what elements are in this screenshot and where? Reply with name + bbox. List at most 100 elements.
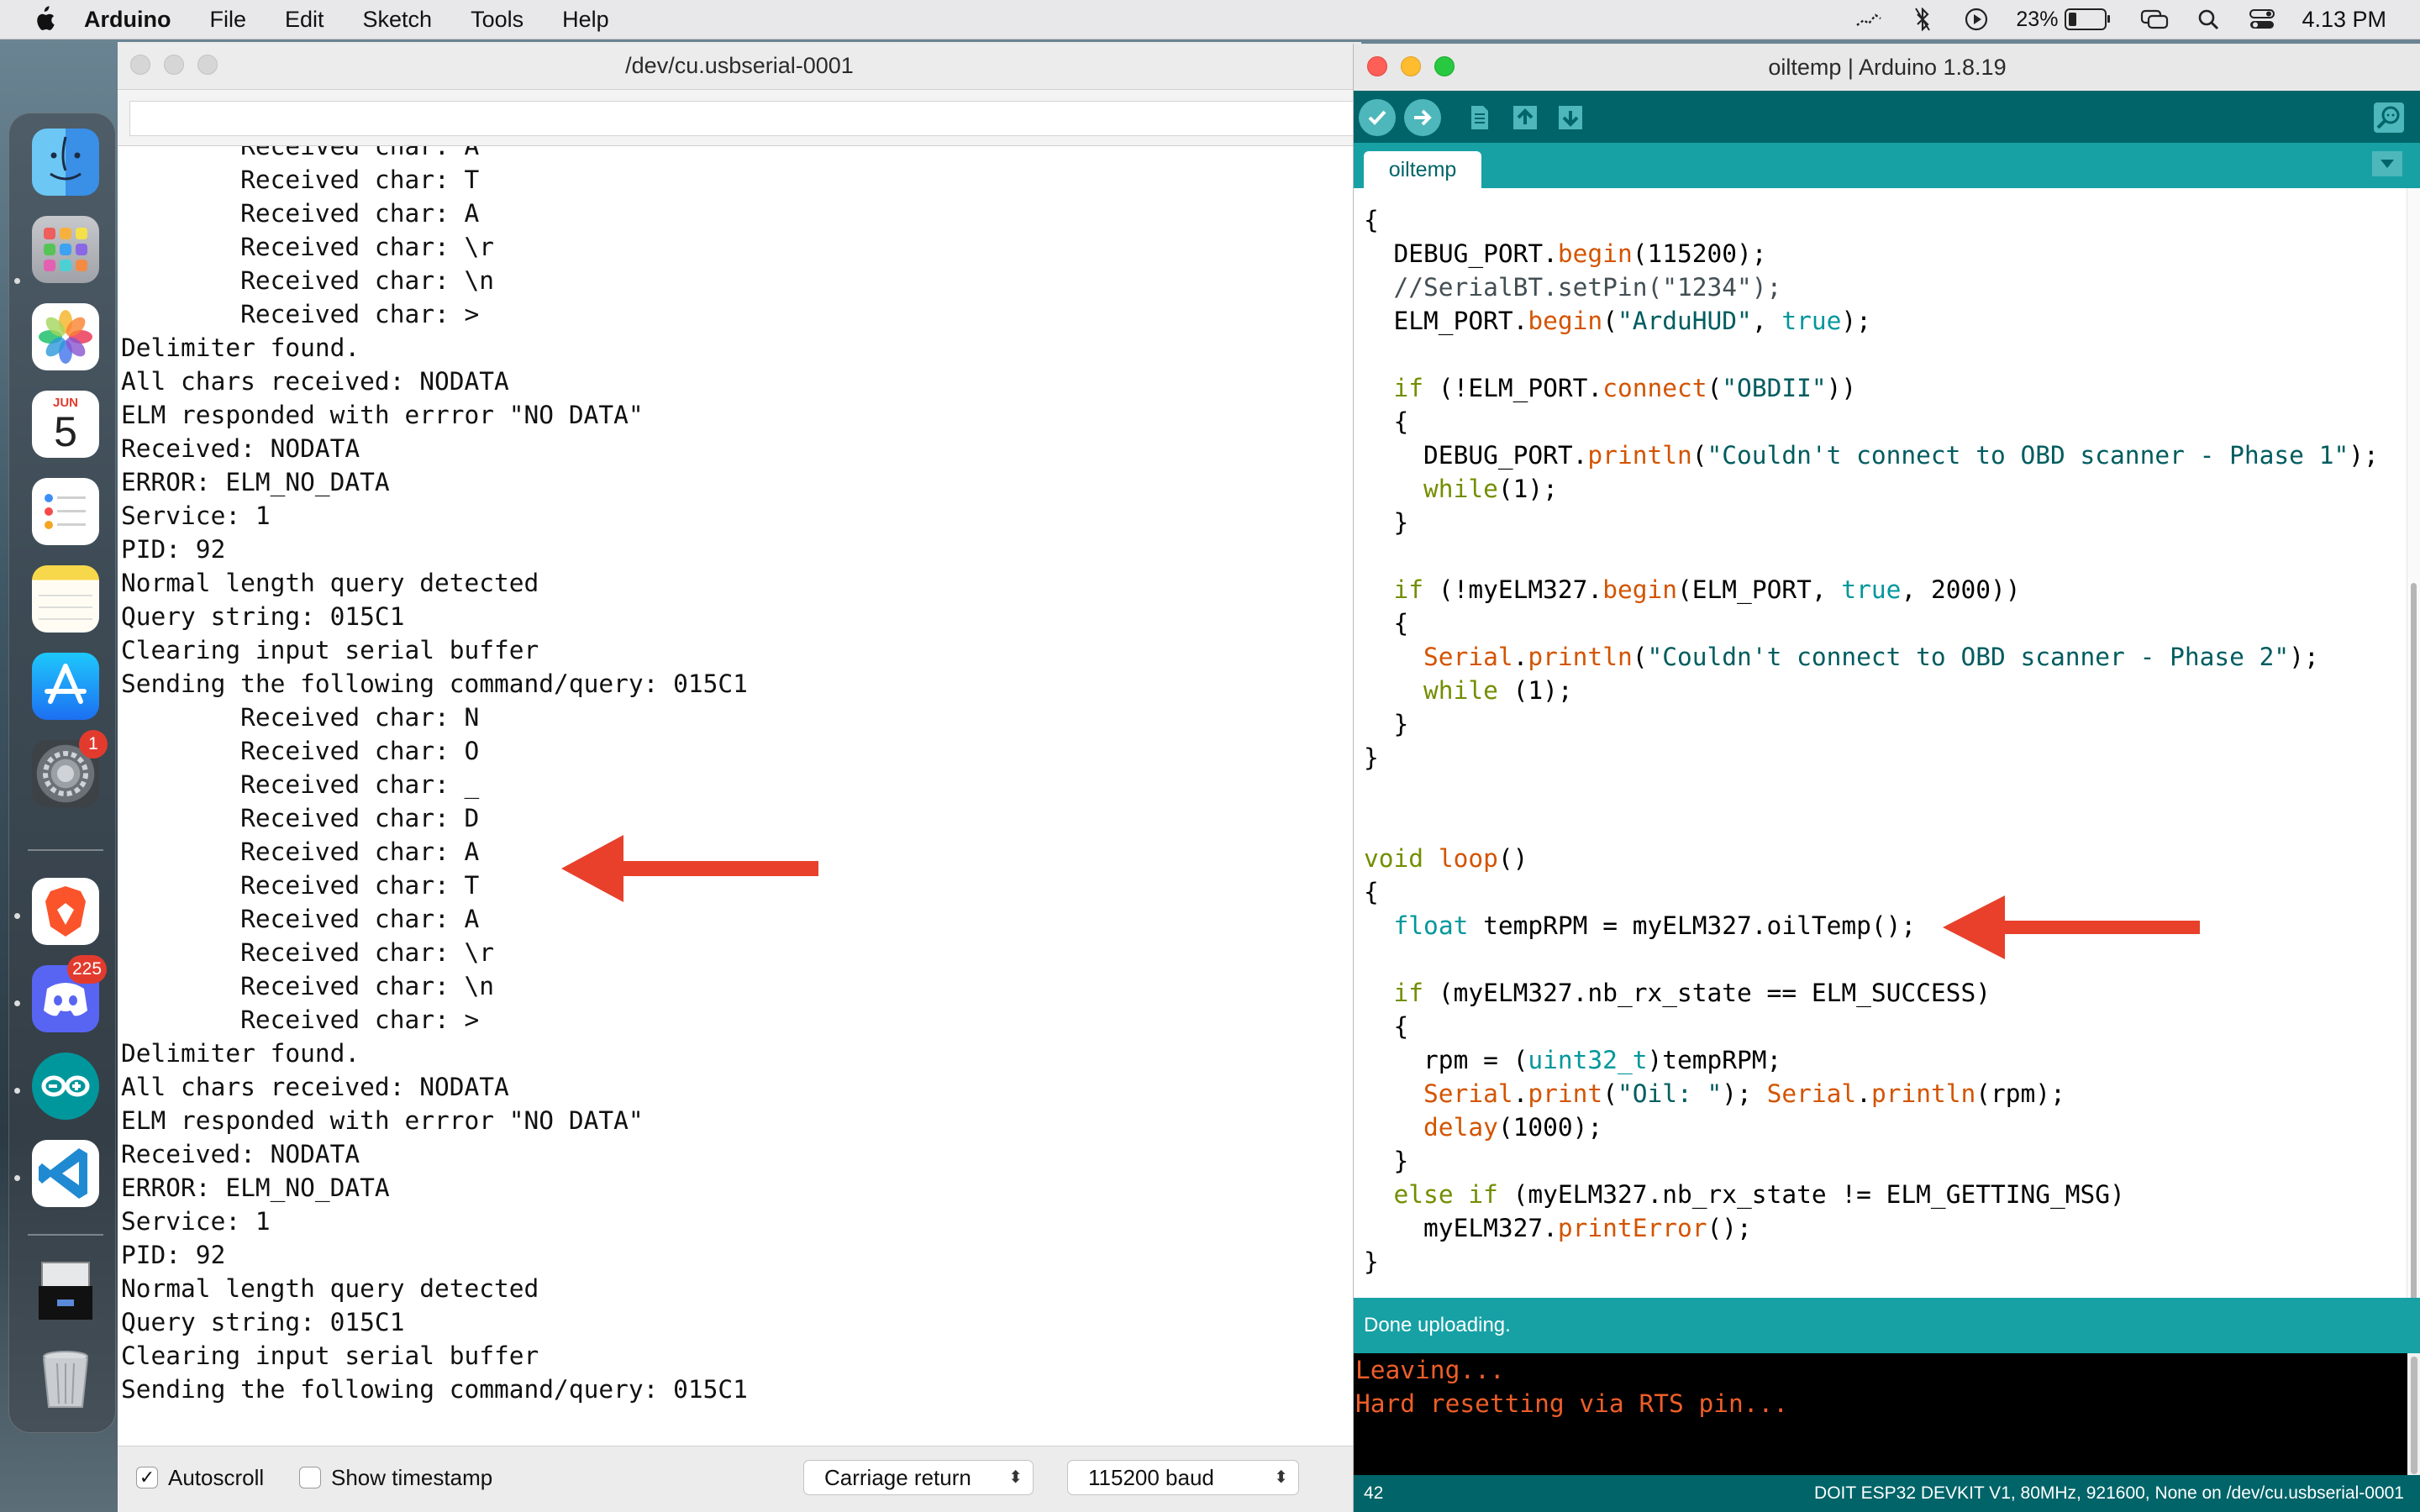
new-sketch-button[interactable]: [1463, 101, 1497, 134]
menu-help[interactable]: Help: [562, 7, 609, 33]
spotlight-search-icon[interactable]: [2194, 7, 2223, 32]
serial-output-line: PID: 92: [121, 535, 226, 564]
code-token: ();: [1707, 1214, 1752, 1242]
menu-edit[interactable]: Edit: [285, 7, 324, 33]
chevron-down-icon: [2381, 160, 2394, 168]
serial-monitor-titlebar[interactable]: /dev/cu.usbserial-0001: [118, 42, 1361, 90]
now-playing-icon[interactable]: [1962, 7, 1991, 32]
minimize-button[interactable]: [164, 55, 184, 75]
ide-titlebar[interactable]: oiltemp | Arduino 1.8.19: [1354, 44, 2420, 92]
code-token: ,: [1751, 307, 1782, 335]
activity-icon[interactable]: [1854, 7, 1883, 32]
control-center-icon[interactable]: [2248, 7, 2276, 32]
notes-icon[interactable]: [32, 565, 99, 633]
launchpad-icon[interactable]: [32, 216, 99, 283]
finder-icon[interactable]: [32, 129, 99, 196]
app-store-icon[interactable]: [32, 653, 99, 720]
apple-menu-icon[interactable]: [32, 6, 55, 33]
code-token: myELM327.: [1364, 1214, 1558, 1242]
code-editor[interactable]: { DEBUG_PORT.begin(115200); //SerialBT.s…: [1354, 188, 2407, 1331]
save-sketch-button[interactable]: [1554, 101, 1587, 134]
zoom-button[interactable]: [1434, 56, 1455, 76]
serial-output-line: Received char: N: [121, 703, 480, 732]
code-token: }: [1364, 743, 1379, 772]
code-token: }: [1364, 710, 1409, 738]
serial-send-input[interactable]: [129, 101, 1361, 136]
serial-monitor-button[interactable]: [2370, 99, 2407, 136]
code-token: rpm = (: [1364, 1046, 1528, 1074]
serial-output-line: All chars received: NODATA: [121, 367, 509, 396]
screen-mirroring-icon[interactable]: [2140, 7, 2169, 32]
autoscroll-checkbox[interactable]: ✓: [136, 1467, 158, 1488]
code-token: );: [2349, 441, 2379, 470]
code-token: loop: [1438, 844, 1498, 873]
system-preferences-icon[interactable]: 1: [32, 730, 108, 807]
scrollbar-thumb[interactable]: [2411, 1357, 2417, 1474]
photos-icon[interactable]: [32, 303, 99, 370]
serial-output-line: Received char: \n: [121, 266, 495, 295]
brave-icon[interactable]: [32, 878, 99, 945]
menu-tools[interactable]: Tools: [471, 7, 523, 33]
show-timestamp-checkbox[interactable]: [299, 1467, 321, 1488]
app-menu-arduino[interactable]: Arduino: [84, 7, 171, 33]
code-line: if (myELM327.nb_rx_state == ELM_SUCCESS): [1364, 976, 1991, 1010]
code-line: Serial.print("Oil: "); Serial.println(rp…: [1364, 1077, 2065, 1110]
tab-oiltemp[interactable]: oiltemp: [1364, 151, 1481, 188]
code-token: true: [1781, 307, 1842, 335]
serial-output-line: Normal length query detected: [121, 1274, 539, 1303]
calendar-icon[interactable]: JUN 5: [32, 391, 99, 458]
code-token: println: [1587, 441, 1692, 470]
code-token: "OBDII": [1722, 374, 1827, 402]
minimize-button[interactable]: [1401, 56, 1421, 76]
code-line: }: [1364, 741, 1379, 774]
code-token: while: [1423, 676, 1498, 705]
menu-file[interactable]: File: [209, 7, 246, 33]
discord-icon[interactable]: 225: [32, 955, 108, 1032]
line-ending-select[interactable]: Carriage return ⬍: [803, 1460, 1034, 1495]
upload-button[interactable]: [1404, 99, 1441, 136]
code-token: (115200);: [1632, 239, 1767, 268]
code-token: {: [1364, 407, 1409, 436]
code-token: (1);: [1497, 676, 1573, 705]
code-token: (: [1707, 374, 1723, 402]
code-token: println: [1870, 1079, 1976, 1108]
menu-sketch[interactable]: Sketch: [363, 7, 433, 33]
code-line: float tempRPM = myELM327.oilTemp();: [1364, 909, 1917, 942]
tab-menu-button[interactable]: [2372, 151, 2402, 176]
vscode-icon[interactable]: [32, 1140, 99, 1207]
scrollbar-thumb[interactable]: [2411, 583, 2417, 1322]
close-button[interactable]: [1367, 56, 1387, 76]
arduino-icon[interactable]: [32, 1053, 99, 1120]
code-token: (: [1691, 441, 1707, 470]
reminders-icon[interactable]: [32, 478, 99, 545]
chevron-up-down-icon: ⬍: [1274, 1468, 1288, 1487]
code-token: begin: [1557, 239, 1633, 268]
battery-icon[interactable]: [2065, 8, 2111, 30]
code-token: .: [1856, 1079, 1871, 1108]
menubar-clock[interactable]: 4.13 PM: [2302, 7, 2386, 33]
code-token: ELM_PORT.: [1364, 307, 1528, 335]
serial-output-line: Received: NODATA: [121, 1140, 360, 1168]
code-line: {: [1364, 875, 1379, 909]
trash-icon[interactable]: [32, 1345, 99, 1412]
baud-rate-select[interactable]: 115200 baud ⬍: [1067, 1460, 1299, 1495]
serial-output[interactable]: Received char: A Received char: T Receiv…: [121, 146, 1356, 1488]
open-sketch-button[interactable]: [1508, 101, 1542, 134]
close-button[interactable]: [130, 55, 150, 75]
bluetooth-icon[interactable]: [1908, 7, 1937, 32]
code-token: connect: [1602, 374, 1707, 402]
show-timestamp-label: Show timestamp: [331, 1465, 493, 1490]
document-icon[interactable]: [32, 1257, 99, 1325]
line-number: 42: [1364, 1483, 1384, 1503]
arrow-right-icon: [1414, 109, 1432, 126]
serial-monitor-title: /dev/cu.usbserial-0001: [625, 52, 854, 78]
code-token: "ArduHUD": [1617, 307, 1752, 335]
red-arrow-annotation: [1943, 895, 2200, 959]
code-token: .: [1512, 1079, 1528, 1108]
code-token: if: [1393, 979, 1424, 1007]
editor-vertical-scrollbar[interactable]: [2407, 188, 2420, 1331]
verify-button[interactable]: [1359, 99, 1396, 136]
code-token: begin: [1528, 307, 1603, 335]
zoom-button[interactable]: [197, 55, 218, 75]
